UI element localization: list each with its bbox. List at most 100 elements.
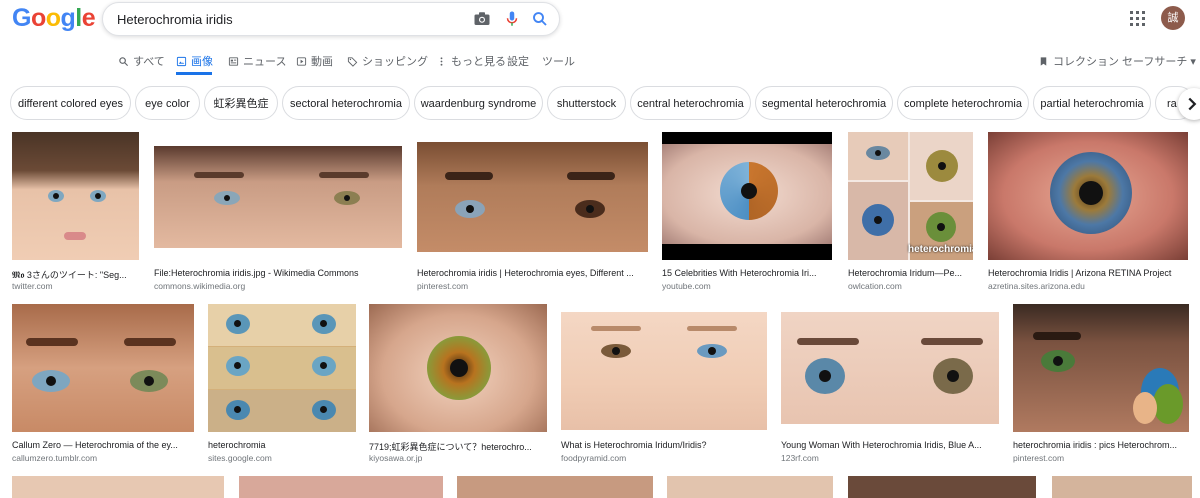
account-avatar[interactable]: 誠: [1161, 6, 1185, 30]
search-input[interactable]: Heterochromia iridis: [117, 12, 233, 27]
image-icon: [176, 56, 187, 66]
bookmark-icon: [1040, 56, 1047, 66]
image-result[interactable]: Young Woman With Heterochromia Iridis, B…: [781, 304, 999, 464]
image-result[interactable]: [12, 476, 224, 498]
chips-next-button[interactable]: [1178, 88, 1200, 120]
result-source: sites.google.com: [208, 453, 272, 463]
result-caption[interactable]: What is Heterochromia Iridum/Iridis?: [561, 440, 767, 450]
chip-eye-color[interactable]: eye color: [135, 86, 200, 120]
tab-tools[interactable]: ツール: [542, 53, 575, 69]
result-source: callumzero.tumblr.com: [12, 453, 98, 463]
image-result[interactable]: 15 Celebrities With Heterochromia Iri...…: [662, 132, 832, 292]
chip-sectoral-heterochromia[interactable]: sectoral heterochromia: [282, 86, 410, 120]
image-result[interactable]: File:Heterochromia iridis.jpg - Wikimedi…: [154, 132, 404, 292]
result-caption[interactable]: 𝕸𝖔 3さんのツイート: "Seg...: [12, 268, 139, 281]
tab-all[interactable]: すべて: [118, 53, 165, 69]
chip-segmental-heterochromia[interactable]: segmental heterochromia: [755, 86, 893, 120]
chip-waardenburg-syndrome[interactable]: waardenburg syndrome: [414, 86, 543, 120]
image-result[interactable]: 7719;虹彩異色症について？heterochro... kiyosawa.or…: [369, 304, 547, 464]
result-source: azretina.sites.arizona.edu: [988, 281, 1085, 291]
result-thumbnail[interactable]: [154, 146, 402, 248]
result-thumbnail[interactable]: [12, 476, 224, 498]
result-caption[interactable]: Heterochromia Iridum—Pe...: [848, 268, 973, 278]
image-result[interactable]: heterochromia iridis : pics Heterochrom.…: [1013, 304, 1189, 464]
image-result[interactable]: [239, 476, 443, 498]
result-thumbnail[interactable]: [12, 304, 194, 432]
video-icon: [296, 56, 307, 66]
search-icon[interactable]: [531, 10, 549, 28]
result-caption[interactable]: Young Woman With Heterochromia Iridis, B…: [781, 440, 997, 450]
result-thumbnail[interactable]: [988, 132, 1188, 260]
chip-partial-heterochromia[interactable]: partial heterochromia: [1033, 86, 1151, 120]
image-result[interactable]: Callum Zero — Heterochromia of the ey...…: [12, 304, 194, 464]
result-thumbnail[interactable]: [848, 476, 1036, 498]
microphone-icon[interactable]: [503, 10, 521, 28]
image-result[interactable]: [848, 476, 1036, 498]
image-result[interactable]: [667, 476, 833, 498]
result-caption[interactable]: heterochromia: [208, 440, 356, 450]
result-thumbnail[interactable]: [208, 304, 356, 432]
collections-link[interactable]: コレクション: [1038, 53, 1119, 69]
result-thumbnail[interactable]: [1052, 476, 1192, 498]
result-caption[interactable]: 15 Celebrities With Heterochromia Iri...: [662, 268, 830, 278]
result-caption[interactable]: heterochromia iridis : pics Heterochrom.…: [1013, 440, 1189, 450]
tab-videos[interactable]: 動画: [296, 53, 333, 69]
image-result[interactable]: heterochromia Heterochromia Iridum—Pe...…: [848, 132, 974, 292]
result-thumbnail[interactable]: [561, 312, 767, 430]
result-source: commons.wikimedia.org: [154, 281, 246, 291]
image-result[interactable]: [1052, 476, 1192, 498]
image-result[interactable]: [457, 476, 653, 498]
safesearch-dropdown[interactable]: セーフサーチ ▾: [1122, 53, 1196, 69]
result-thumbnail[interactable]: [457, 476, 653, 498]
apps-grid-icon[interactable]: [1130, 11, 1146, 27]
result-thumbnail[interactable]: [781, 312, 999, 424]
chevron-right-icon: [1188, 97, 1197, 111]
image-results-grid: 𝕸𝖔 3さんのツイート: "Seg... twitter.com File:He…: [0, 130, 1200, 498]
result-thumbnail[interactable]: [417, 142, 648, 252]
result-source: pinterest.com: [1013, 453, 1065, 463]
chip-complete-heterochromia[interactable]: complete heterochromia: [897, 86, 1029, 120]
image-result[interactable]: 𝕸𝖔 3さんのツイート: "Seg... twitter.com: [12, 132, 140, 292]
result-source: owlcation.com: [848, 281, 902, 291]
search-tabs: すべて 画像 ニュース 動画 ショッピング もっと見る 設定 ツール コレクショ…: [0, 50, 1200, 75]
chip-shutterstock[interactable]: shutterstock: [547, 86, 626, 120]
tab-images[interactable]: 画像: [176, 53, 213, 69]
image-result[interactable]: heterochromia sites.google.com: [208, 304, 356, 464]
result-caption[interactable]: Callum Zero — Heterochromia of the ey...: [12, 440, 194, 450]
result-thumbnail[interactable]: [12, 132, 139, 260]
result-source: kiyosawa.or.jp: [369, 453, 423, 463]
result-thumbnail[interactable]: [239, 476, 443, 498]
result-thumbnail[interactable]: [369, 304, 547, 432]
active-tab-indicator: [176, 72, 212, 75]
image-result[interactable]: What is Heterochromia Iridum/Iridis? foo…: [561, 304, 767, 464]
chip-different-colored-eyes[interactable]: different colored eyes: [10, 86, 131, 120]
image-result[interactable]: Heterochromia iridis | Heterochromia eye…: [417, 132, 649, 292]
tab-news[interactable]: ニュース: [228, 53, 286, 69]
result-source: 123rf.com: [781, 453, 819, 463]
tab-settings[interactable]: 設定: [507, 53, 529, 69]
camera-icon[interactable]: [473, 10, 491, 28]
tab-shopping[interactable]: ショッピング: [347, 53, 428, 69]
result-caption[interactable]: Heterochromia iridis | Heterochromia eye…: [417, 268, 645, 278]
result-thumbnail[interactable]: [662, 132, 832, 260]
news-icon: [228, 56, 239, 66]
result-source: youtube.com: [662, 281, 711, 291]
thumbnail-overlay-text: heterochromia: [908, 244, 973, 255]
search-box[interactable]: Heterochromia iridis: [102, 2, 560, 36]
result-caption[interactable]: 7719;虹彩異色症について？heterochro...: [369, 440, 547, 453]
result-source: pinterest.com: [417, 281, 469, 291]
google-logo[interactable]: Google: [12, 4, 96, 33]
image-result[interactable]: Heterochromia Iridis | Arizona RETINA Pr…: [988, 132, 1188, 292]
chip-kousai-isyokusho[interactable]: 虹彩異色症: [204, 86, 278, 120]
search-icon: [119, 56, 129, 66]
result-thumbnail[interactable]: heterochromia: [848, 132, 973, 260]
tag-icon: [347, 56, 358, 67]
result-caption[interactable]: File:Heterochromia iridis.jpg - Wikimedi…: [154, 268, 394, 278]
result-source: foodpyramid.com: [561, 453, 627, 463]
result-caption[interactable]: Heterochromia Iridis | Arizona RETINA Pr…: [988, 268, 1188, 278]
result-source: twitter.com: [12, 281, 53, 291]
result-thumbnail[interactable]: [667, 476, 833, 498]
tab-more[interactable]: もっと見る: [436, 53, 506, 69]
chip-central-heterochromia[interactable]: central heterochromia: [630, 86, 751, 120]
result-thumbnail[interactable]: [1013, 304, 1189, 432]
